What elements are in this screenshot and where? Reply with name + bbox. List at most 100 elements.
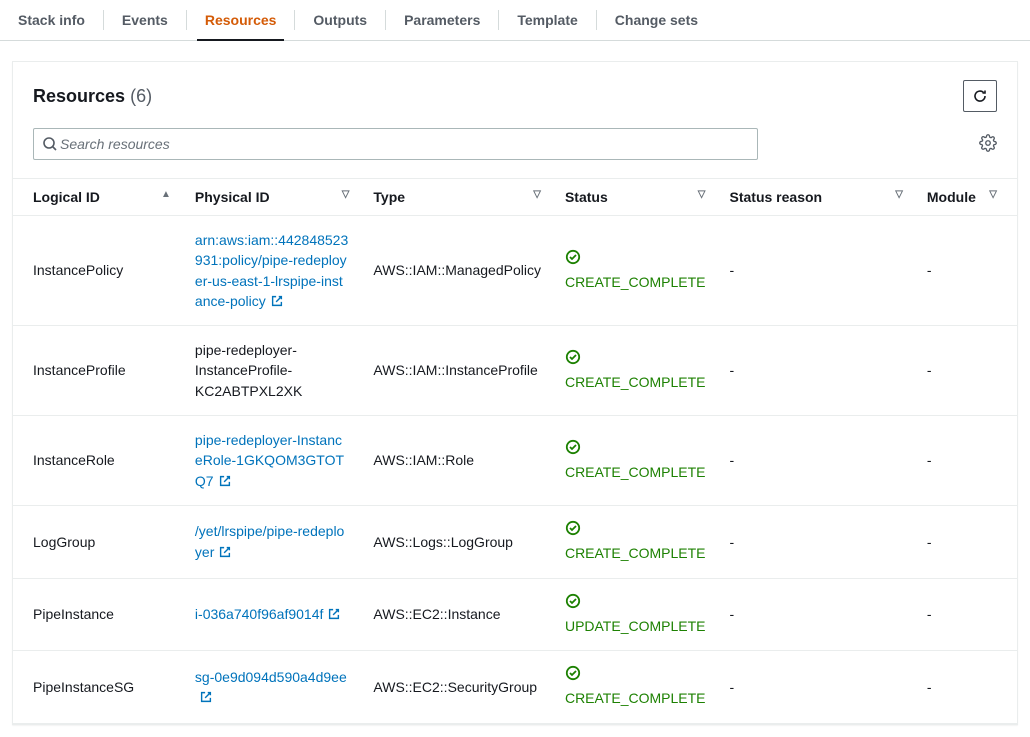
cell-logical-id: PipeInstanceSG xyxy=(13,651,183,724)
cell-logical-id: InstanceRole xyxy=(13,416,183,506)
cell-status-reason: - xyxy=(718,416,915,506)
col-header-physical-id[interactable]: Physical ID ▽ xyxy=(183,179,361,216)
search-icon xyxy=(42,136,58,152)
status-text: UPDATE_COMPLETE xyxy=(565,618,706,634)
tab-events[interactable]: Events xyxy=(104,0,186,40)
tab-template[interactable]: Template xyxy=(499,0,595,40)
status-success-icon xyxy=(565,593,581,609)
col-header-status-reason[interactable]: Status reason ▽ xyxy=(718,179,915,216)
filter-icon: ▽ xyxy=(989,189,997,200)
cell-module: - xyxy=(915,578,1017,651)
status-success-icon xyxy=(565,665,581,681)
physical-id-link[interactable]: sg-0e9d094d590a4d9ee xyxy=(195,669,347,685)
tab-change-sets[interactable]: Change sets xyxy=(597,0,716,40)
cell-status: UPDATE_COMPLETE xyxy=(553,578,718,651)
gear-icon xyxy=(979,134,997,152)
table-row: InstanceProfilepipe-redeployer-InstanceP… xyxy=(13,326,1017,416)
col-label: Module xyxy=(927,189,976,205)
search-input[interactable] xyxy=(58,135,749,153)
status-text: CREATE_COMPLETE xyxy=(565,374,706,390)
col-header-module[interactable]: Module ▽ xyxy=(915,179,1017,216)
toolbar xyxy=(13,118,1017,178)
cell-physical-id: pipe-redeployer-InstanceProfile-KC2ABTPX… xyxy=(183,326,361,416)
status-success-icon xyxy=(565,349,581,365)
table-row: InstanceRolepipe-redeployer-InstanceRole… xyxy=(13,416,1017,506)
tab-bar: Stack infoEventsResourcesOutputsParamete… xyxy=(0,0,1030,41)
cell-logical-id: InstanceProfile xyxy=(13,326,183,416)
external-link-icon xyxy=(218,474,232,488)
cell-logical-id: PipeInstance xyxy=(13,578,183,651)
col-label: Type xyxy=(373,189,405,205)
sort-asc-icon: ▲ xyxy=(161,189,171,200)
cell-module: - xyxy=(915,216,1017,326)
status-text: CREATE_COMPLETE xyxy=(565,545,706,561)
refresh-icon xyxy=(972,88,988,104)
status-text: CREATE_COMPLETE xyxy=(565,464,706,480)
cell-status-reason: - xyxy=(718,505,915,578)
cell-physical-id[interactable]: sg-0e9d094d590a4d9ee xyxy=(183,651,361,724)
status-success-icon xyxy=(565,249,581,265)
col-label: Physical ID xyxy=(195,189,270,205)
status-text: CREATE_COMPLETE xyxy=(565,274,706,290)
cell-status: CREATE_COMPLETE xyxy=(553,651,718,724)
table-row: PipeInstance i-036a740f96af9014f AWS::EC2:… xyxy=(13,578,1017,651)
col-label: Logical ID xyxy=(33,189,100,205)
cell-type: AWS::IAM::ManagedPolicy xyxy=(361,216,553,326)
external-link-icon xyxy=(270,294,284,308)
cell-logical-id: LogGroup xyxy=(13,505,183,578)
col-header-status[interactable]: Status ▽ xyxy=(553,179,718,216)
col-header-logical-id[interactable]: Logical ID ▲ xyxy=(13,179,183,216)
cell-logical-id: InstancePolicy xyxy=(13,216,183,326)
table-row: PipeInstanceSG sg-0e9d094d590a4d9ee AWS::E… xyxy=(13,651,1017,724)
panel-title: Resources (6) xyxy=(33,86,152,107)
col-label: Status xyxy=(565,189,608,205)
cell-status-reason: - xyxy=(718,326,915,416)
panel-count: (6) xyxy=(130,86,152,106)
cell-physical-id[interactable]: i-036a740f96af9014f xyxy=(183,578,361,651)
tab-stack-info[interactable]: Stack info xyxy=(0,0,103,40)
cell-status-reason: - xyxy=(718,216,915,326)
cell-module: - xyxy=(915,651,1017,724)
tab-parameters[interactable]: Parameters xyxy=(386,0,498,40)
external-link-icon xyxy=(218,545,232,559)
tab-outputs[interactable]: Outputs xyxy=(295,0,385,40)
status-text: CREATE_COMPLETE xyxy=(565,690,706,706)
status-success-icon xyxy=(565,439,581,455)
cell-type: AWS::EC2::Instance xyxy=(361,578,553,651)
table-row: InstancePolicyarn:aws:iam::442848523931:… xyxy=(13,216,1017,326)
cell-module: - xyxy=(915,326,1017,416)
status-success-icon xyxy=(565,520,581,536)
cell-module: - xyxy=(915,416,1017,506)
table-row: LogGroup/yet/lrspipe/pipe-redeployer AWS:… xyxy=(13,505,1017,578)
cell-type: AWS::Logs::LogGroup xyxy=(361,505,553,578)
cell-physical-id[interactable]: arn:aws:iam::442848523931:policy/pipe-re… xyxy=(183,216,361,326)
cell-type: AWS::EC2::SecurityGroup xyxy=(361,651,553,724)
panel-title-text: Resources xyxy=(33,86,125,106)
physical-id-link[interactable]: /yet/lrspipe/pipe-redeployer xyxy=(195,523,344,559)
cell-status-reason: - xyxy=(718,651,915,724)
search-box[interactable] xyxy=(33,128,758,160)
filter-icon: ▽ xyxy=(342,189,350,200)
filter-icon: ▽ xyxy=(533,189,541,200)
cell-type: AWS::IAM::Role xyxy=(361,416,553,506)
cell-physical-id[interactable]: pipe-redeployer-InstanceRole-1GKQOM3GTOT… xyxy=(183,416,361,506)
cell-module: - xyxy=(915,505,1017,578)
cell-status: CREATE_COMPLETE xyxy=(553,326,718,416)
filter-icon: ▽ xyxy=(698,189,706,200)
tab-resources[interactable]: Resources xyxy=(187,0,295,40)
cell-type: AWS::IAM::InstanceProfile xyxy=(361,326,553,416)
external-link-icon xyxy=(327,607,341,621)
col-label: Status reason xyxy=(730,189,823,205)
cell-physical-id[interactable]: /yet/lrspipe/pipe-redeployer xyxy=(183,505,361,578)
cell-status: CREATE_COMPLETE xyxy=(553,216,718,326)
physical-id-link[interactable]: i-036a740f96af9014f xyxy=(195,606,323,622)
resources-panel: Resources (6) xyxy=(12,61,1018,725)
settings-button[interactable] xyxy=(979,134,997,155)
cell-status-reason: - xyxy=(718,578,915,651)
col-header-type[interactable]: Type ▽ xyxy=(361,179,553,216)
refresh-button[interactable] xyxy=(963,80,997,112)
panel-header: Resources (6) xyxy=(13,62,1017,118)
filter-icon: ▽ xyxy=(895,189,903,200)
resources-table: Logical ID ▲ Physical ID ▽ Type ▽ Status… xyxy=(13,178,1017,724)
cell-status: CREATE_COMPLETE xyxy=(553,505,718,578)
